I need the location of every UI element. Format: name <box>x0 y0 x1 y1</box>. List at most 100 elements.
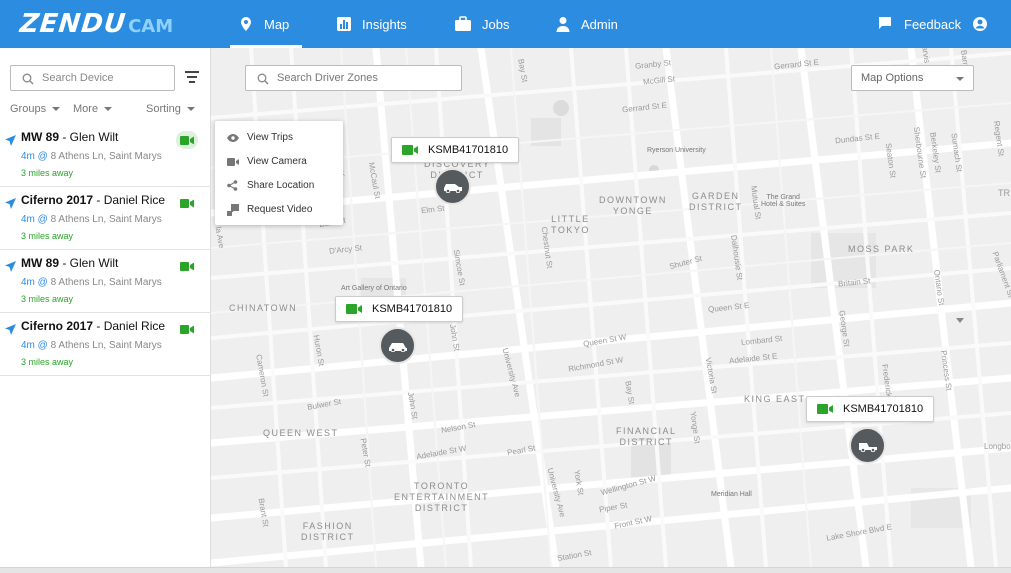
nav-item-insights[interactable]: Insights <box>336 0 407 48</box>
list-item[interactable]: Ciferno 2017 - Daniel Rice 4m @ 8 Athens… <box>0 313 211 376</box>
share-icon <box>226 179 239 192</box>
feedback-button[interactable]: Feedback <box>878 0 961 48</box>
video-camera-icon[interactable] <box>176 320 198 338</box>
eye-icon <box>226 131 239 144</box>
nav-item-label: Jobs <box>482 16 510 32</box>
menu-item-share-location[interactable]: Share Location <box>215 174 343 197</box>
nav-item-label: Map <box>264 16 290 32</box>
vehicle-name: MW 89 - Glen Wilt <box>21 256 119 270</box>
logo-main-text: ZENDU <box>18 9 128 39</box>
district-label: FINANCIAL DISTRICT <box>616 426 677 447</box>
car-icon <box>443 183 462 193</box>
video-camera-icon[interactable] <box>176 194 198 212</box>
list-item[interactable]: Ciferno 2017 - Daniel Rice 4m @ 8 Athens… <box>0 187 211 250</box>
video-camera-icon <box>226 155 239 168</box>
account-circle-icon <box>972 16 988 32</box>
vehicle-marker[interactable] <box>379 327 416 364</box>
vehicle-marker[interactable] <box>849 427 886 464</box>
plate-number: KSMB41701810 <box>843 403 924 415</box>
more-dropdown[interactable]: More <box>73 103 113 115</box>
district-label: LITTLE TOKYO <box>551 214 590 235</box>
nav-item-jobs[interactable]: Jobs <box>454 0 509 48</box>
feedback-icon <box>878 16 894 32</box>
district-label: QUEEN WEST <box>263 428 339 438</box>
sorting-label: Sorting <box>146 103 181 115</box>
menu-item-view-trips[interactable]: View Trips <box>215 126 343 149</box>
map-options-dropdown[interactable]: Map Options <box>851 65 974 91</box>
menu-item-view-camera[interactable]: View Camera <box>215 150 343 173</box>
top-navigation-bar: ZENDU CAM Map Insights Jobs Admin Feedba… <box>0 0 1011 48</box>
device-sidebar: Search Device Groups More Sorting MW 89 … <box>0 48 211 573</box>
video-camera-icon <box>402 145 418 155</box>
district-label: GARDEN DISTRICT <box>689 191 743 212</box>
nav-item-label: Insights <box>362 16 407 32</box>
nav-item-map[interactable]: Map <box>238 0 289 48</box>
pickup-truck-icon <box>858 442 877 452</box>
nav-item-admin[interactable]: Admin <box>555 0 618 48</box>
chevron-down-icon <box>956 77 964 81</box>
vehicle-distance: 3 miles away <box>21 357 74 367</box>
poi-label: The Grand Hotel & Suites <box>761 194 806 208</box>
video-camera-icon <box>346 304 362 314</box>
groups-label: Groups <box>10 103 47 115</box>
menu-item-label: View Camera <box>247 156 307 167</box>
plate-number: KSMB41701810 <box>372 303 453 315</box>
vehicle-marker[interactable] <box>434 168 471 205</box>
vehicle-name: Ciferno 2017 - Daniel Rice <box>21 319 166 333</box>
district-label: MOSS PARK <box>848 244 915 254</box>
more-label: More <box>73 103 99 115</box>
groups-dropdown[interactable]: Groups <box>10 103 61 115</box>
navigation-arrow-icon <box>5 133 16 151</box>
nav-item-label: Admin <box>581 16 618 32</box>
vehicle-plate-label[interactable]: KSMB41701810 <box>806 396 935 422</box>
vehicle-location: 4m @ 8 Athens Ln, Saint Marys <box>21 277 162 288</box>
caret-down-icon[interactable] <box>956 318 964 323</box>
feedback-label: Feedback <box>904 16 962 32</box>
vehicle-name: Ciferno 2017 - Daniel Rice <box>21 193 166 207</box>
district-label: KING EAST <box>744 394 806 404</box>
district-label: CHINATOWN <box>229 303 298 313</box>
list-item[interactable]: MW 89 - Glen Wilt 4m @ 8 Athens Ln, Sain… <box>0 250 211 313</box>
search-driver-zones-placeholder: Search Driver Zones <box>277 72 378 84</box>
poi-label: Meridian Hall <box>711 491 752 498</box>
user-account-button[interactable] <box>972 0 998 48</box>
navigation-arrow-icon <box>5 196 16 214</box>
poi-label: Art Gallery of Ontario <box>341 285 407 292</box>
search-device-placeholder: Search Device <box>42 72 114 84</box>
navigation-arrow-icon <box>5 322 16 340</box>
person-icon <box>555 16 571 32</box>
car-icon <box>388 342 407 352</box>
video-camera-icon[interactable] <box>176 131 198 149</box>
list-item[interactable]: MW 89 - Glen Wilt 4m @ 8 Athens Ln, Sain… <box>0 124 211 187</box>
bottom-scrollbar[interactable] <box>0 567 1011 573</box>
filter-list-icon[interactable] <box>184 71 200 85</box>
video-camera-icon[interactable] <box>176 257 198 275</box>
menu-item-request-video[interactable]: Request Video <box>215 198 343 221</box>
district-label: DOWNTOWN YONGE <box>599 195 667 216</box>
search-icon <box>257 72 269 90</box>
map-pin-icon <box>238 16 254 32</box>
street-label: Longbo <box>984 442 1011 451</box>
chevron-down-icon <box>186 107 195 111</box>
sorting-dropdown[interactable]: Sorting <box>146 103 195 115</box>
vehicle-plate-label[interactable]: KSMB41701810 <box>391 137 520 163</box>
map-options-label: Map Options <box>861 72 924 84</box>
navigation-arrow-icon <box>5 259 16 277</box>
vehicle-distance: 3 miles away <box>21 168 74 178</box>
vehicle-name: MW 89 - Glen Wilt <box>21 130 119 144</box>
video-camera-icon <box>817 404 833 414</box>
district-label: TORONTO ENTERTAINMENT DISTRICT <box>394 481 490 513</box>
poi-label: Ryerson University <box>647 147 706 154</box>
zenducam-logo[interactable]: ZENDU CAM <box>18 9 174 39</box>
search-device-input[interactable]: Search Device <box>10 65 175 91</box>
vehicle-plate-label[interactable]: KSMB41701810 <box>335 296 464 322</box>
menu-item-label: Request Video <box>247 204 313 215</box>
search-driver-zones-input[interactable]: Search Driver Zones <box>245 65 462 91</box>
street-label: TR C <box>998 188 1011 198</box>
chevron-down-icon <box>104 107 113 111</box>
bar-chart-icon <box>336 16 352 32</box>
logo-sub-text: CAM <box>128 16 174 37</box>
vehicle-distance: 3 miles away <box>21 294 74 304</box>
menu-item-label: View Trips <box>247 132 293 143</box>
vehicle-location: 4m @ 8 Athens Ln, Saint Marys <box>21 151 162 162</box>
